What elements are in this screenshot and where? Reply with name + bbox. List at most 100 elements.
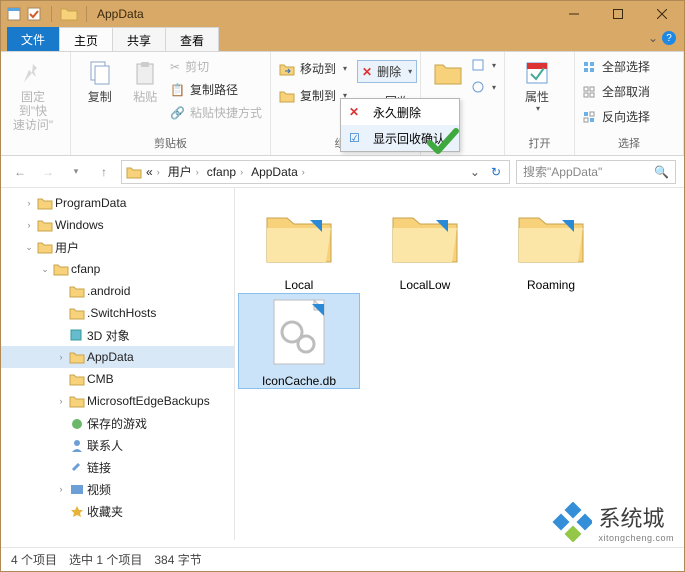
ribbon-collapse-icon[interactable]: ⌄ <box>648 31 658 45</box>
up-button[interactable]: ↑ <box>93 161 115 183</box>
chevron-down-icon: ▾ <box>408 67 412 76</box>
pin-to-quickaccess-button[interactable]: 固定到"快 速访问" <box>9 56 57 132</box>
titlebar-separator-2 <box>86 6 87 22</box>
qat-properties-icon[interactable] <box>5 5 23 23</box>
recent-dropdown[interactable]: ▾ <box>65 161 87 183</box>
crumb-users[interactable]: 用户› <box>166 163 203 180</box>
delete-button[interactable]: ✕删除▾ <box>357 60 417 83</box>
permanent-delete-item[interactable]: ✕ 永久删除 <box>341 99 459 125</box>
move-to-button[interactable]: 移动到▾ <box>279 60 347 77</box>
help-icon[interactable]: ? <box>662 31 676 45</box>
selectall-icon <box>583 61 597 73</box>
status-count: 4 个项目 <box>11 551 57 568</box>
delete-icon: ✕ <box>362 65 372 79</box>
file-iconcache[interactable]: IconCache.db <box>239 294 359 388</box>
delete-icon: ✕ <box>349 105 365 119</box>
tree-contacts[interactable]: 联系人 <box>1 434 234 456</box>
tree-switchhosts[interactable]: .SwitchHosts <box>1 302 234 324</box>
ribbon-group-blank <box>1 137 70 155</box>
status-bar: 4 个项目 选中 1 个项目 384 字节 <box>1 547 684 571</box>
address-folder-icon <box>126 165 142 179</box>
watermark: 系统城 xitongcheng.com <box>552 501 674 543</box>
tree-favorites[interactable]: 收藏夹 <box>1 500 234 522</box>
copy-path-button[interactable]: 📋复制路径 <box>170 81 262 98</box>
folder-roaming[interactable]: Roaming <box>491 198 611 292</box>
properties-button[interactable]: 属性 ▾ <box>513 56 561 113</box>
folder-icon <box>254 198 344 274</box>
paste-icon <box>132 56 158 90</box>
search-placeholder: 搜索"AppData" <box>523 163 602 180</box>
watermark-text: 系统城 <box>598 501 674 533</box>
select-all-button[interactable]: 全部选择 <box>583 58 650 75</box>
cut-button[interactable]: ✂剪切 <box>170 58 262 75</box>
tree-cmb[interactable]: CMB <box>1 368 234 390</box>
chevron-down-icon: ▾ <box>343 64 347 73</box>
open-group-label: 打开 <box>505 133 574 155</box>
home-tab[interactable]: 主页 <box>59 27 113 51</box>
chevron-down-icon: ▾ <box>492 61 496 70</box>
easy-access-button[interactable]: ▾ <box>471 80 496 94</box>
invert-selection-button[interactable]: 反向选择 <box>583 108 650 125</box>
copyto-icon <box>279 89 295 103</box>
close-button[interactable] <box>640 1 684 27</box>
tree-android[interactable]: .android <box>1 280 234 302</box>
tree-videos[interactable]: ›视频 <box>1 478 234 500</box>
paste-button[interactable]: 粘贴 <box>125 56 167 104</box>
tree-edgebackups[interactable]: ›MicrosoftEdgeBackups <box>1 390 234 412</box>
back-button[interactable]: ← <box>9 161 31 183</box>
select-none-button[interactable]: 全部取消 <box>583 83 650 100</box>
tree-links[interactable]: 链接 <box>1 456 234 478</box>
address-bar[interactable]: «› 用户› cfanp› AppData› ⌄ ↻ <box>121 160 510 184</box>
cut-icon: ✂ <box>170 60 180 74</box>
maximize-button[interactable] <box>596 1 640 27</box>
quick-access-toolbar <box>1 5 47 23</box>
tree-appdata[interactable]: ›AppData <box>1 346 234 368</box>
ribbon-help-buttons: ⌄ ? <box>648 31 676 45</box>
newitem-icon <box>471 58 485 72</box>
crumb-cfanp[interactable]: cfanp› <box>205 165 247 179</box>
checkbox-checked-icon: ☑ <box>349 131 365 145</box>
titlebar-separator <box>51 6 52 22</box>
tree-3dobjects[interactable]: 3D 对象 <box>1 324 234 346</box>
folder-icon <box>433 56 463 90</box>
tree-cfanp[interactable]: ⌄cfanp <box>1 258 234 280</box>
refresh-button[interactable]: ↻ <box>487 165 505 179</box>
tree-users[interactable]: ⌄用户 <box>1 236 234 258</box>
view-tab[interactable]: 查看 <box>165 27 219 51</box>
file-list[interactable]: Local LocalLow Roaming IconCache.db <box>235 188 684 540</box>
folder-local[interactable]: Local <box>239 198 359 292</box>
new-folder-button[interactable] <box>429 56 467 90</box>
easyaccess-icon <box>471 80 485 94</box>
address-dropdown-icon[interactable]: ⌄ <box>465 165 485 179</box>
folder-icon <box>380 198 470 274</box>
qat-checkbox-icon[interactable] <box>25 5 43 23</box>
chevron-down-icon: ▾ <box>536 104 540 113</box>
copy-to-button[interactable]: 复制到▾ <box>279 87 347 104</box>
search-box[interactable]: 搜索"AppData" 🔍 <box>516 160 676 184</box>
title-bar: AppData <box>1 1 684 27</box>
crumb-appdata[interactable]: AppData› <box>249 165 309 179</box>
crumb-root[interactable]: «› <box>144 165 164 179</box>
tree-programdata[interactable]: ›ProgramData <box>1 192 234 214</box>
nav-tree[interactable]: ›ProgramData ›Windows ⌄用户 ⌄cfanp .androi… <box>1 188 235 540</box>
new-item-button[interactable]: ▾ <box>471 58 496 72</box>
chevron-down-icon: ▾ <box>492 83 496 92</box>
moveto-icon <box>279 62 295 76</box>
clipboard-group-label: 剪贴板 <box>71 133 270 155</box>
paste-shortcut-button[interactable]: 🔗粘贴快捷方式 <box>170 104 262 121</box>
minimize-button[interactable] <box>552 1 596 27</box>
nav-bar: ← → ▾ ↑ «› 用户› cfanp› AppData› ⌄ ↻ 搜索"Ap… <box>1 156 684 188</box>
explorer-window: AppData 文件 主页 共享 查看 ⌄ ? 固定到"快 速访问" <box>0 0 685 572</box>
folder-locallow[interactable]: LocalLow <box>365 198 485 292</box>
forward-button[interactable]: → <box>37 161 59 183</box>
copy-button[interactable]: 复制 <box>79 56 121 104</box>
path-icon: 📋 <box>170 83 185 97</box>
invert-icon <box>583 111 597 123</box>
copy-icon <box>87 56 113 90</box>
watermark-logo-icon <box>552 502 592 542</box>
share-tab[interactable]: 共享 <box>112 27 166 51</box>
tree-windows[interactable]: ›Windows <box>1 214 234 236</box>
tree-savedgames[interactable]: 保存的游戏 <box>1 412 234 434</box>
main-area: ›ProgramData ›Windows ⌄用户 ⌄cfanp .androi… <box>1 188 684 540</box>
file-tab[interactable]: 文件 <box>7 27 59 51</box>
